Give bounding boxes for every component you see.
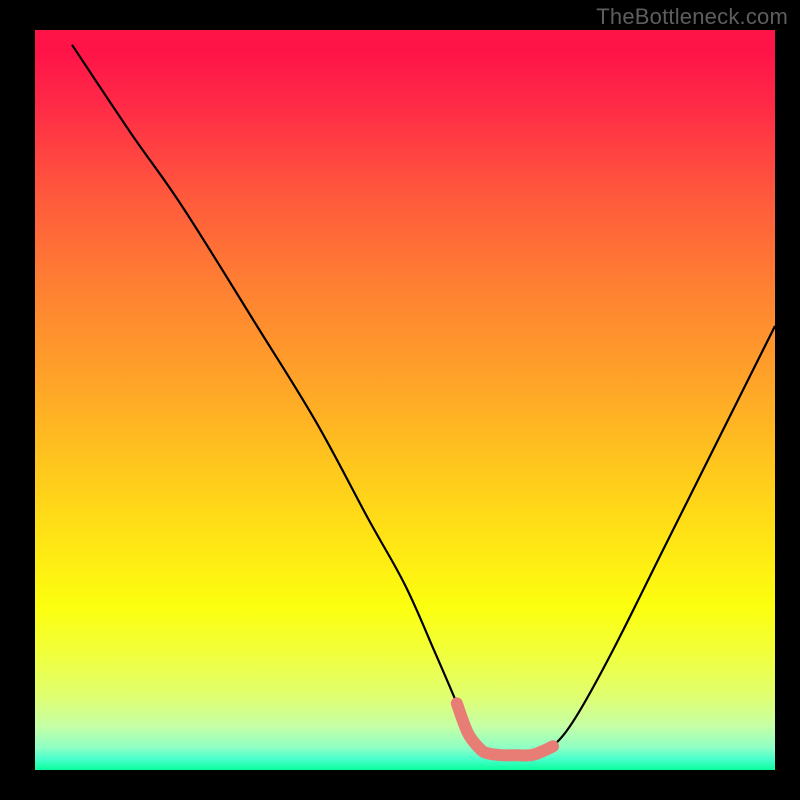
- watermark-text: TheBottleneck.com: [596, 4, 788, 30]
- chart-container: TheBottleneck.com: [0, 0, 800, 800]
- chart-svg: [35, 30, 775, 770]
- plot-area: [35, 30, 775, 770]
- curve-line: [72, 45, 775, 756]
- highlight-trough-line: [457, 703, 553, 755]
